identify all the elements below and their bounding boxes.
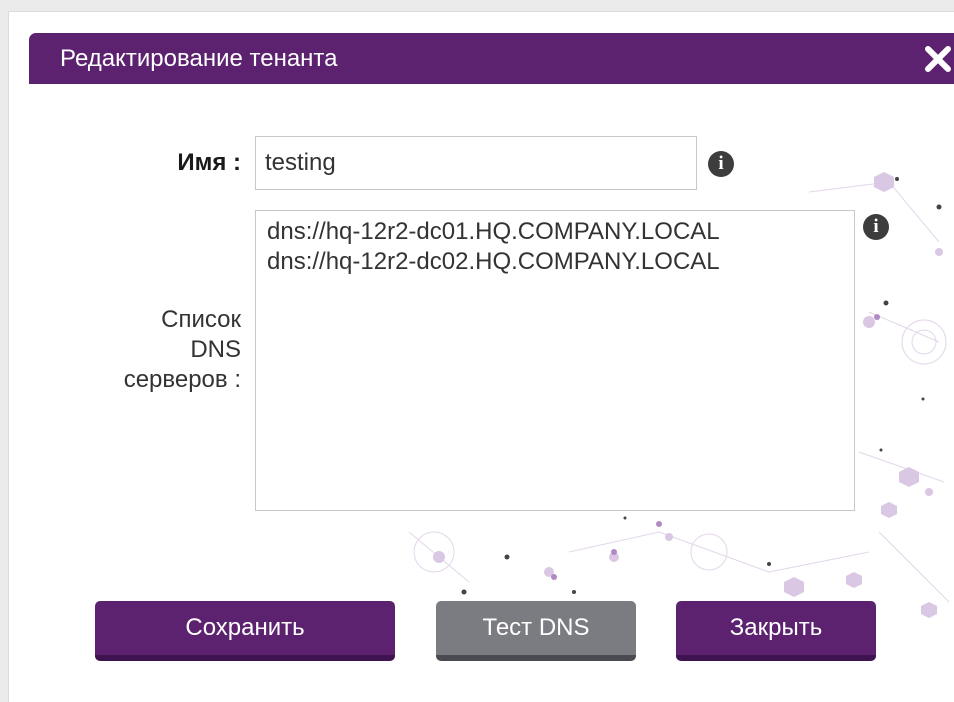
dns-servers-label: Список DNS серверов :: [69, 305, 241, 395]
name-label: Имя :: [177, 149, 241, 176]
dns-label-line-1: Список: [161, 306, 241, 333]
dns-info-icon[interactable]: i: [863, 214, 889, 240]
close-button[interactable]: Закрыть: [676, 601, 876, 661]
dns-label-line-3: серверов :: [123, 366, 241, 393]
save-button[interactable]: Сохранить: [95, 601, 395, 661]
dns-label-line-2: DNS: [190, 336, 241, 363]
dialog-window: Редактирование тенанта Имя : i Список DN…: [8, 11, 954, 702]
dialog-titlebar: Редактирование тенанта: [29, 33, 954, 84]
test-dns-button[interactable]: Тест DNS: [436, 601, 636, 661]
dns-servers-textarea[interactable]: dns://hq-12r2-dc01.HQ.COMPANY.LOCAL dns:…: [255, 210, 855, 511]
name-info-icon[interactable]: i: [708, 151, 734, 177]
close-icon[interactable]: [921, 42, 954, 76]
dialog-title: Редактирование тенанта: [60, 45, 338, 72]
name-input[interactable]: [255, 136, 697, 190]
